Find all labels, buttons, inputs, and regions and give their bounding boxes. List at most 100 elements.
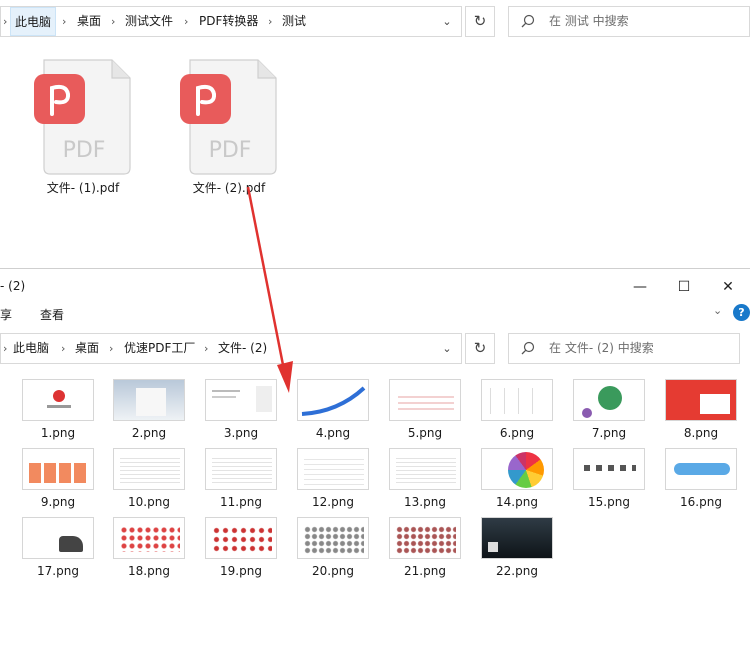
file-name: 20.png	[312, 564, 354, 578]
bottom-explorer-window: - (2) — ☐ ✕ 享 查看 ⌄ ? › 此电脑 › 桌面 › 优速PDF工…	[0, 268, 750, 649]
chevron-down-icon[interactable]: ⌄	[713, 304, 722, 317]
chevron-down-icon[interactable]: ⌄	[433, 334, 461, 363]
breadcrumb-item[interactable]: PDF转换器	[199, 7, 258, 36]
image-thumbnail	[22, 448, 94, 490]
file-name: 8.png	[683, 426, 719, 440]
file-name: 5.png	[407, 426, 443, 440]
image-file-item[interactable]: 2.png	[107, 379, 191, 443]
breadcrumb-item[interactable]: 此电脑	[13, 334, 49, 363]
search-icon	[521, 341, 535, 355]
image-thumbnail	[573, 448, 645, 490]
image-file-item[interactable]: 4.png	[291, 379, 375, 443]
image-thumbnail	[481, 379, 553, 421]
breadcrumb-item[interactable]: 优速PDF工厂	[124, 334, 195, 363]
breadcrumb-item[interactable]: 桌面	[75, 334, 99, 363]
breadcrumb-item[interactable]: 此电脑	[10, 7, 57, 36]
address-bar[interactable]: › 此电脑 › 桌面 › 测试文件 › PDF转换器 › 测试 ⌄	[0, 6, 462, 37]
chevron-right-icon: ›	[184, 15, 189, 28]
file-name: 1.png	[40, 426, 76, 440]
image-thumbnail	[113, 379, 185, 421]
top-explorer-window: › 此电脑 › 桌面 › 测试文件 › PDF转换器 › 测试 ⌄ ↻ 在 测试…	[0, 0, 750, 270]
maximize-button[interactable]: ☐	[662, 273, 706, 301]
image-file-item[interactable]: 18.png	[107, 517, 191, 581]
breadcrumb-item[interactable]: 测试	[282, 7, 306, 36]
tab-view[interactable]: 查看	[40, 306, 64, 323]
image-thumbnail	[113, 517, 185, 559]
image-thumbnail	[297, 517, 369, 559]
file-name: 文件- (1).pdf	[46, 181, 120, 195]
file-name: 2.png	[131, 426, 167, 440]
refresh-button[interactable]: ↻	[465, 333, 495, 364]
file-name: 13.png	[404, 495, 446, 509]
image-file-item[interactable]: 19.png	[199, 517, 283, 581]
image-file-item[interactable]: 16.png	[659, 448, 743, 512]
image-thumbnail	[481, 448, 553, 490]
image-thumbnail	[22, 517, 94, 559]
file-item[interactable]: PDF 文件- (1).pdf	[28, 58, 138, 208]
file-name: 22.png	[496, 564, 538, 578]
chevron-down-icon[interactable]: ⌄	[433, 7, 461, 36]
address-bar[interactable]: › 此电脑 › 桌面 › 优速PDF工厂 › 文件- (2) ⌄	[0, 333, 462, 364]
chevron-right-icon: ›	[109, 342, 114, 355]
file-name: 11.png	[220, 495, 262, 509]
image-file-item[interactable]: 3.png	[199, 379, 283, 443]
image-file-item[interactable]: 13.png	[383, 448, 467, 512]
image-file-item[interactable]: 8.png	[659, 379, 743, 443]
file-name: 16.png	[680, 495, 722, 509]
image-file-item[interactable]: 20.png	[291, 517, 375, 581]
image-thumbnail	[113, 448, 185, 490]
file-name: 18.png	[128, 564, 170, 578]
search-icon	[521, 14, 535, 28]
image-thumbnail	[389, 448, 461, 490]
search-placeholder: 在 文件- (2) 中搜索	[549, 341, 654, 355]
image-file-item[interactable]: 7.png	[567, 379, 651, 443]
file-name: 3.png	[223, 426, 259, 440]
chevron-right-icon: ›	[3, 15, 8, 28]
file-name: 15.png	[588, 495, 630, 509]
image-file-item[interactable]: 21.png	[383, 517, 467, 581]
image-thumbnail	[481, 517, 553, 559]
image-file-item[interactable]: 1.png	[16, 379, 100, 443]
pdf-icon-text: PDF	[209, 138, 252, 163]
file-item[interactable]: PDF 文件- (2).pdf	[174, 58, 284, 208]
search-input[interactable]: 在 文件- (2) 中搜索	[508, 333, 740, 364]
image-file-item[interactable]: 17.png	[16, 517, 100, 581]
image-thumbnail	[297, 379, 369, 421]
chevron-right-icon: ›	[3, 342, 8, 355]
image-file-item[interactable]: 15.png	[567, 448, 651, 512]
refresh-button[interactable]: ↻	[465, 6, 495, 37]
file-name: 17.png	[37, 564, 79, 578]
image-file-item[interactable]: 22.png	[475, 517, 559, 581]
help-icon[interactable]: ?	[733, 304, 750, 321]
file-name: 文件- (2).pdf	[192, 181, 266, 195]
image-thumbnail	[22, 379, 94, 421]
image-file-item[interactable]: 9.png	[16, 448, 100, 512]
image-thumbnail	[665, 448, 737, 490]
pdf-file-icon: PDF	[34, 59, 131, 175]
image-thumbnail	[297, 448, 369, 490]
breadcrumb-item[interactable]: 测试文件	[125, 7, 173, 36]
image-file-item[interactable]: 14.png	[475, 448, 559, 512]
tab-share[interactable]: 享	[0, 306, 12, 323]
file-name: 7.png	[591, 426, 627, 440]
search-placeholder: 在 测试 中搜索	[549, 14, 629, 28]
image-file-item[interactable]: 11.png	[199, 448, 283, 512]
image-file-item[interactable]: 5.png	[383, 379, 467, 443]
image-thumbnail	[573, 379, 645, 421]
image-file-item[interactable]: 6.png	[475, 379, 559, 443]
minimize-button[interactable]: —	[618, 273, 662, 301]
image-thumbnail	[665, 379, 737, 421]
search-input[interactable]: 在 测试 中搜索	[508, 6, 750, 37]
breadcrumb-item[interactable]: 文件- (2)	[218, 334, 267, 363]
image-file-item[interactable]: 10.png	[107, 448, 191, 512]
file-name: 12.png	[312, 495, 354, 509]
chevron-right-icon: ›	[268, 15, 273, 28]
file-name: 19.png	[220, 564, 262, 578]
image-thumbnail	[389, 379, 461, 421]
image-file-item[interactable]: 12.png	[291, 448, 375, 512]
image-thumbnail	[205, 517, 277, 559]
breadcrumb-item[interactable]: 桌面	[77, 7, 101, 36]
chevron-right-icon: ›	[62, 15, 67, 28]
close-button[interactable]: ✕	[706, 273, 750, 301]
window-title: - (2)	[0, 279, 26, 293]
